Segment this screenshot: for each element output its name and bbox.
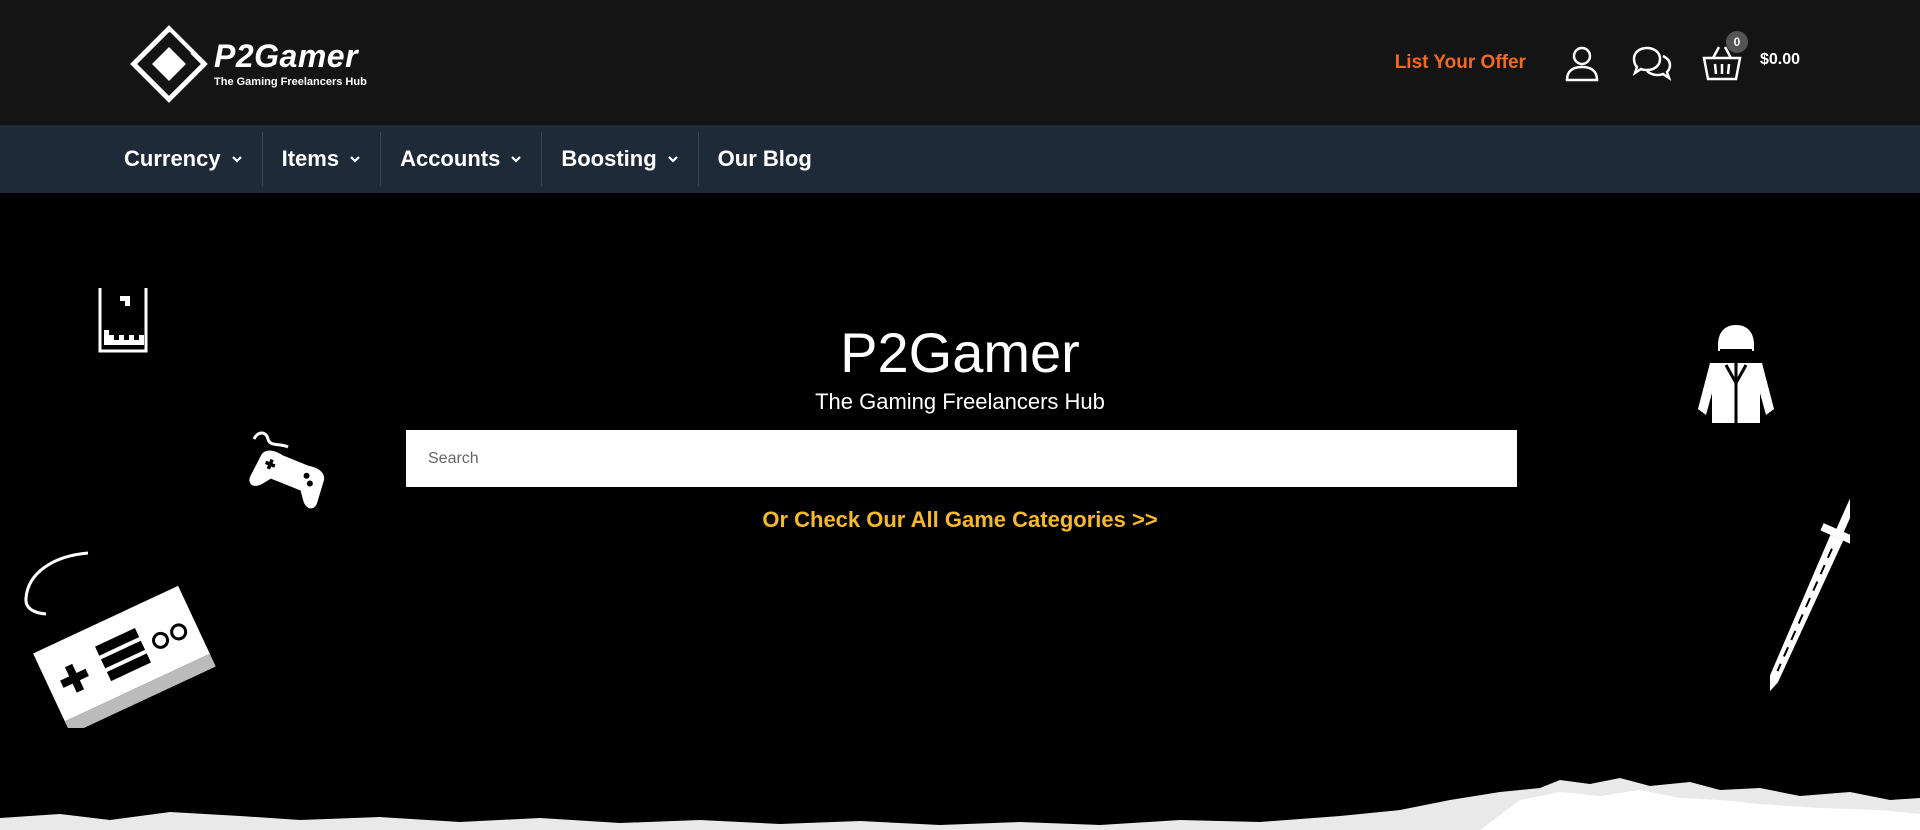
gamepad-icon [249,431,325,509]
chat-icon [1632,46,1672,81]
chevron-down-icon [511,156,522,163]
nav-label: Items [281,146,340,171]
nav-item-our-blog[interactable]: Our Blog [699,132,831,186]
list-your-offer-link[interactable]: List Your Offer [1395,52,1526,74]
hero-section: P2Gamer The Gaming Freelancers Hub Or Ch… [0,193,1920,830]
chevron-down-icon [667,156,678,163]
hero-subtitle: The Gaming Freelancers Hub [815,389,1105,414]
nav-label: Our Blog [717,146,812,171]
hero-title: P2Gamer [840,321,1080,384]
nes-controller-icon [24,551,216,728]
top-header: P2Gamer The Gaming Freelancers Hub List … [0,0,1920,125]
nav-label: Boosting [561,146,657,171]
torn-edge-decoration [0,778,1920,830]
logo-diamond-icon [130,25,208,103]
chevron-down-icon [350,156,360,163]
nav-item-currency[interactable]: Currency [105,132,263,186]
main-nav: Currency Items Accounts Boosting Our Blo… [0,125,1920,193]
messages-button[interactable] [1630,41,1674,85]
cart-button[interactable]: 0 [1700,30,1748,85]
logo-tagline: The Gaming Freelancers Hub [214,76,367,88]
nav-label: Accounts [400,146,501,171]
user-icon [1565,46,1599,81]
nav-item-boosting[interactable]: Boosting [542,132,699,186]
site-logo[interactable]: P2Gamer The Gaming Freelancers Hub [130,25,367,103]
nav-label: Currency [124,146,221,171]
chevron-down-icon [231,156,242,163]
nav-item-accounts[interactable]: Accounts [381,132,543,186]
cart-total: $0.00 [1759,50,1800,68]
logo-name: P2Gamer [214,38,359,74]
header-actions: List Your Offer 0 $0.00 [1395,30,1800,85]
account-button[interactable] [1560,41,1604,85]
nav-item-items[interactable]: Items [263,132,382,186]
search-input[interactable] [406,430,1517,487]
all-game-categories-link[interactable]: Or Check Our All Game Categories >> [0,507,1920,533]
cart-count-badge: 0 [1725,30,1748,53]
